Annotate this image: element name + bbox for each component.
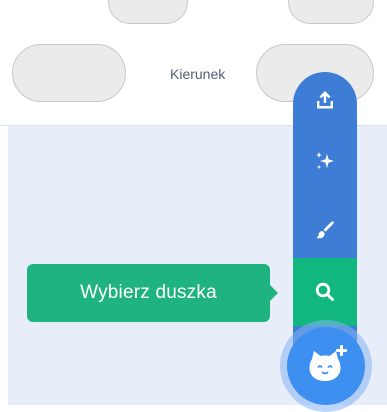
paintbrush-icon	[316, 221, 334, 239]
property-field-top-left[interactable]	[108, 0, 188, 24]
search-icon	[315, 282, 334, 301]
property-field-top-right[interactable]	[288, 0, 374, 24]
choose-sprite-button[interactable]	[293, 258, 357, 326]
sparkles-icon	[316, 152, 334, 169]
add-sprite-button[interactable]	[287, 327, 365, 405]
choose-sprite-tooltip: Wybierz duszka	[27, 264, 270, 322]
upload-sprite-button[interactable]	[293, 72, 357, 128]
tooltip-text: Wybierz duszka	[80, 282, 217, 303]
paint-sprite-button[interactable]	[293, 202, 357, 258]
tooltip-arrow	[268, 283, 278, 303]
upload-icon	[317, 91, 333, 109]
direction-label: Kierunek	[170, 66, 226, 82]
cat-plus-icon	[309, 345, 347, 381]
surprise-sprite-button[interactable]	[293, 133, 357, 189]
size-field[interactable]	[12, 44, 126, 102]
